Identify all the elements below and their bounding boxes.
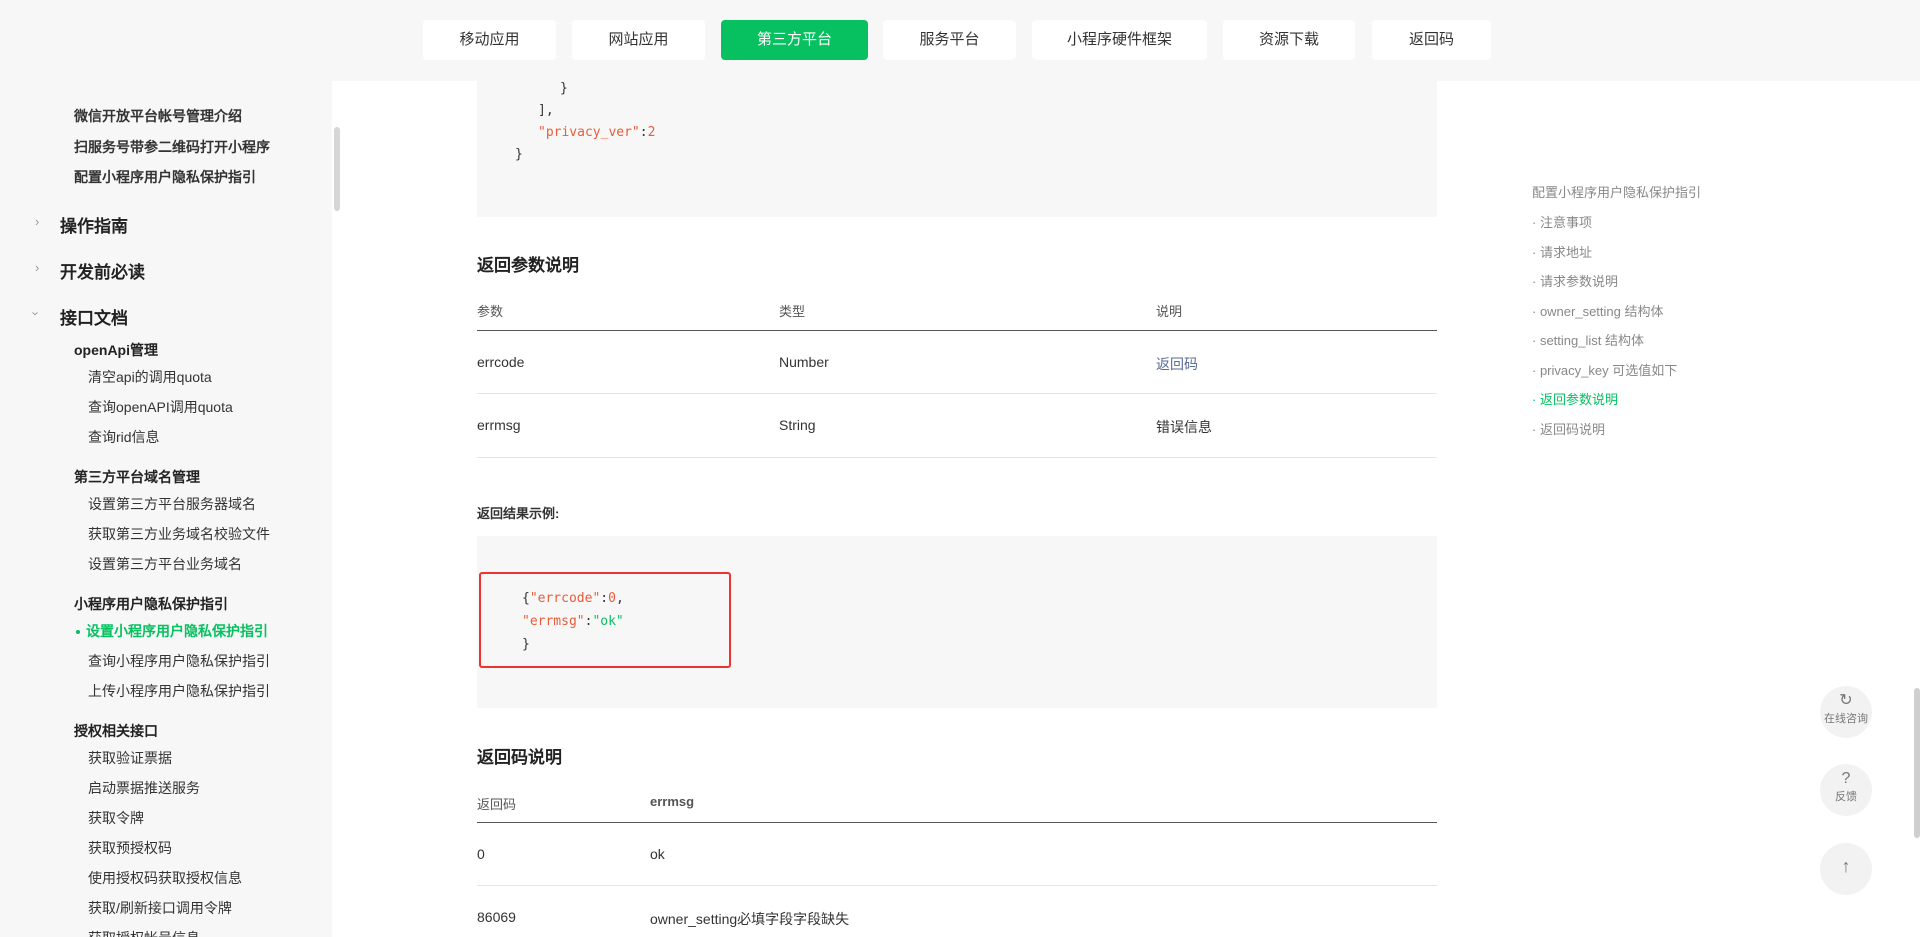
toc-item[interactable]: · owner_setting 结构体 (1532, 301, 1664, 320)
toc-item[interactable]: 配置小程序用户隐私保护指引 (1532, 182, 1701, 201)
nav-website-app[interactable]: 网站应用 (572, 20, 705, 60)
nav-miniprogram-hardware[interactable]: 小程序硬件框架 (1032, 20, 1207, 60)
table-cell: ok (650, 846, 665, 862)
table-divider (477, 885, 1437, 886)
section-title-return-codes: 返回码说明 (477, 748, 562, 767)
sidebar-item[interactable]: 查询rid信息 (88, 427, 160, 447)
feedback-label: 反馈 (1835, 791, 1857, 803)
sidebar-item[interactable]: 启动票据推送服务 (88, 778, 200, 798)
sidebar-item[interactable]: 获取/刷新接口调用令牌 (88, 898, 232, 918)
chevron-down-icon[interactable]: › (29, 311, 44, 315)
table-cell: owner_setting必填字段字段缺失 (650, 911, 850, 927)
refresh-chat-icon: ↻ (1839, 692, 1853, 709)
table-header: 返回码 (477, 797, 517, 812)
toc-item[interactable]: · 请求参数说明 (1532, 271, 1618, 290)
chevron-right-icon[interactable]: › (35, 214, 39, 229)
nav-service-platform[interactable]: 服务平台 (883, 20, 1016, 60)
sidebar-item[interactable]: 查询openAPI调用quota (88, 397, 233, 417)
back-to-top-button[interactable]: ↑ (1820, 843, 1872, 895)
return-code-link[interactable]: 返回码 (1156, 354, 1198, 374)
sidebar-item[interactable]: 获取授权帐号信息 (88, 928, 200, 937)
toc-item-active[interactable]: · 返回参数说明 (1532, 389, 1618, 408)
chevron-right-icon[interactable]: › (35, 260, 39, 275)
code-line: } (560, 81, 568, 96)
online-consult-button[interactable]: ↻ 在线咨询 (1820, 686, 1872, 738)
table-header: 说明 (1156, 304, 1183, 319)
online-consult-label: 在线咨询 (1824, 713, 1868, 725)
sidebar-item[interactable]: 设置第三方平台服务器域名 (88, 494, 256, 514)
table-cell: Number (779, 354, 829, 370)
code-line: "privacy_ver":2 (538, 125, 656, 140)
sidebar-item[interactable]: 查询小程序用户隐私保护指引 (88, 651, 270, 671)
sidebar-group-auth[interactable]: 授权相关接口 (74, 721, 158, 741)
sidebar-section-api-docs[interactable]: 接口文档 (60, 304, 128, 329)
table-divider (477, 457, 1437, 458)
question-icon: ? (1841, 770, 1851, 787)
nav-mobile-app[interactable]: 移动应用 (423, 20, 556, 60)
section-title-return-params: 返回参数说明 (477, 256, 579, 275)
example-label: 返回结果示例: (477, 506, 560, 521)
toc-item[interactable]: · 注意事项 (1532, 212, 1592, 231)
sidebar-group-openapi[interactable]: openApi管理 (74, 340, 158, 360)
toc-item[interactable]: · privacy_key 可选值如下 (1532, 360, 1677, 379)
sidebar-scrollbar[interactable] (334, 127, 340, 211)
sidebar-group-domain[interactable]: 第三方平台域名管理 (74, 467, 200, 487)
sidebar-item[interactable]: 清空api的调用quota (88, 367, 212, 387)
sidebar-item[interactable]: 设置第三方平台业务域名 (88, 554, 242, 574)
table-cell: 错误信息 (1156, 419, 1212, 435)
table-cell: errcode (477, 354, 525, 370)
sidebar-item[interactable]: 使用授权码获取授权信息 (88, 868, 242, 888)
sidebar-item[interactable]: 获取令牌 (88, 808, 144, 828)
sidebar-item[interactable]: 扫服务号带参二维码打开小程序 (74, 137, 270, 157)
page-scrollbar[interactable] (1914, 688, 1920, 838)
nav-resource-download[interactable]: 资源下载 (1223, 20, 1355, 60)
sidebar-item[interactable]: 获取预授权码 (88, 838, 172, 858)
table-cell: 0 (477, 846, 485, 862)
code-line: } (515, 147, 523, 162)
code-line: ], (538, 103, 554, 118)
table-divider (477, 330, 1437, 331)
sidebar-item[interactable]: 获取验证票据 (88, 748, 172, 768)
nav-third-party-platform[interactable]: 第三方平台 (721, 20, 868, 60)
sidebar-item-active[interactable]: 设置小程序用户隐私保护指引 (76, 621, 268, 641)
sidebar-item[interactable]: 获取第三方业务域名校验文件 (88, 524, 270, 544)
highlight-box (479, 572, 731, 668)
code-block-request: } ], "privacy_ver":2 } (477, 81, 1437, 217)
sidebar-group-privacy[interactable]: 小程序用户隐私保护指引 (74, 594, 228, 614)
table-cell: String (779, 417, 816, 433)
sidebar-item-label: 设置小程序用户隐私保护指引 (86, 623, 268, 639)
sidebar-section-operation-guide[interactable]: 操作指南 (60, 212, 128, 237)
toc-item[interactable]: · 返回码说明 (1532, 419, 1605, 438)
table-header: errmsg (650, 794, 695, 809)
active-dot (76, 630, 80, 635)
sidebar-section-before-dev[interactable]: 开发前必读 (60, 258, 145, 283)
table-header: 参数 (477, 304, 504, 319)
arrow-up-icon: ↑ (1841, 856, 1851, 876)
table-cell: errmsg (477, 417, 521, 433)
table-header: 类型 (779, 304, 806, 319)
top-nav: 移动应用 网站应用 第三方平台 服务平台 小程序硬件框架 资源下载 返回码 (0, 0, 1920, 81)
toc-item[interactable]: · 请求地址 (1532, 242, 1592, 261)
sidebar-item[interactable]: 微信开放平台帐号管理介绍 (74, 106, 242, 126)
table-divider (477, 393, 1437, 394)
nav-return-code[interactable]: 返回码 (1372, 20, 1491, 60)
table-cell: 86069 (477, 909, 516, 925)
toc-item[interactable]: · setting_list 结构体 (1532, 330, 1644, 349)
sidebar-item[interactable]: 上传小程序用户隐私保护指引 (88, 681, 270, 701)
sidebar-item[interactable]: 配置小程序用户隐私保护指引 (74, 167, 256, 187)
sidebar: 微信开放平台帐号管理介绍 扫服务号带参二维码打开小程序 配置小程序用户隐私保护指… (0, 81, 332, 937)
table-divider (477, 822, 1437, 823)
feedback-button[interactable]: ? 反馈 (1820, 764, 1872, 816)
